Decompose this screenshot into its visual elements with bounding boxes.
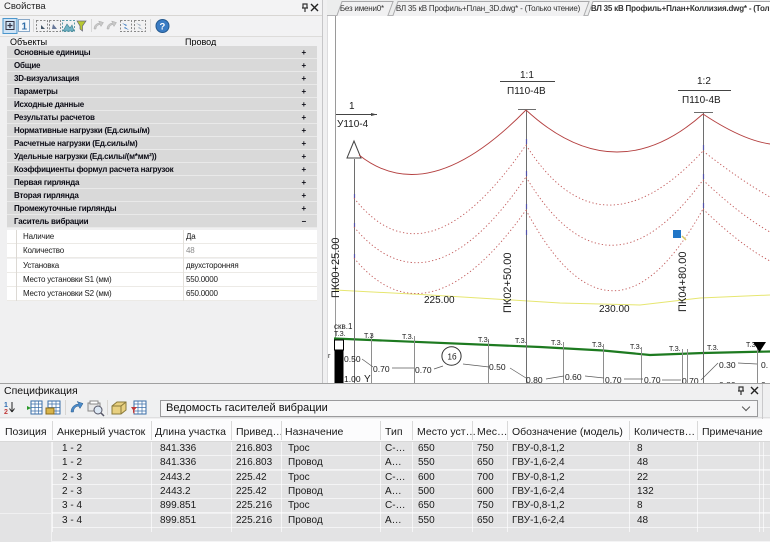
svg-text:0.30: 0.30 <box>719 360 736 370</box>
svg-text:0.70: 0.70 <box>415 365 432 375</box>
svg-text:Y: Y <box>364 374 371 383</box>
svg-text:Т.З.: Т.З. <box>669 346 681 353</box>
svg-text:Т.З.: Т.З. <box>334 331 346 338</box>
svg-text:0.70: 0.70 <box>605 375 622 383</box>
svg-text:Т.З: Т.З <box>364 333 374 340</box>
svg-text:1: 1 <box>349 101 355 112</box>
svg-text:Т.З.: Т.З. <box>551 340 563 347</box>
svg-text:0.80: 0.80 <box>526 375 543 383</box>
svg-text:225.00: 225.00 <box>424 295 455 306</box>
svg-text:230.00: 230.00 <box>599 304 630 315</box>
svg-text:ПК00+25.00: ПК00+25.00 <box>330 238 342 299</box>
svg-text:1б: 1б <box>448 353 457 362</box>
svg-text:?: ? <box>160 22 166 33</box>
svg-text:1.00: 1.00 <box>344 374 361 383</box>
svg-text:ПК04+80.00: ПК04+80.00 <box>677 252 689 313</box>
svg-text:Т.З.: Т.З. <box>630 344 642 351</box>
svg-text:Т.З.: Т.З. <box>592 342 604 349</box>
svg-text:У110-4: У110-4 <box>337 119 369 130</box>
svg-text:Т.З.: Т.З. <box>515 338 527 345</box>
svg-text:0.50: 0.50 <box>489 362 506 372</box>
svg-text:П110-4В: П110-4В <box>682 95 721 106</box>
svg-text:0.60: 0.60 <box>565 372 582 382</box>
svg-text:Т.З.: Т.З. <box>707 345 719 352</box>
svg-text:0.70: 0.70 <box>682 376 699 383</box>
svg-text:г: г <box>328 353 331 360</box>
svg-text:скв.1: скв.1 <box>334 322 353 331</box>
svg-text:Т.З.: Т.З. <box>402 334 414 341</box>
svg-text:ПК02+50.00: ПК02+50.00 <box>502 253 514 314</box>
svg-text:П110-4В: П110-4В <box>507 86 546 97</box>
svg-text:0.70: 0.70 <box>644 375 661 383</box>
svg-text:1: 1 <box>4 402 8 409</box>
svg-text:1:2: 1:2 <box>697 76 711 87</box>
svg-text:1:1: 1:1 <box>520 70 534 81</box>
svg-text:0.50: 0.50 <box>344 354 361 364</box>
svg-text:Т.З.: Т.З. <box>478 337 490 344</box>
svg-text:1: 1 <box>22 22 28 33</box>
svg-text:0.: 0. <box>761 360 768 370</box>
svg-text:2: 2 <box>4 409 8 416</box>
svg-text:0.70: 0.70 <box>373 364 390 374</box>
